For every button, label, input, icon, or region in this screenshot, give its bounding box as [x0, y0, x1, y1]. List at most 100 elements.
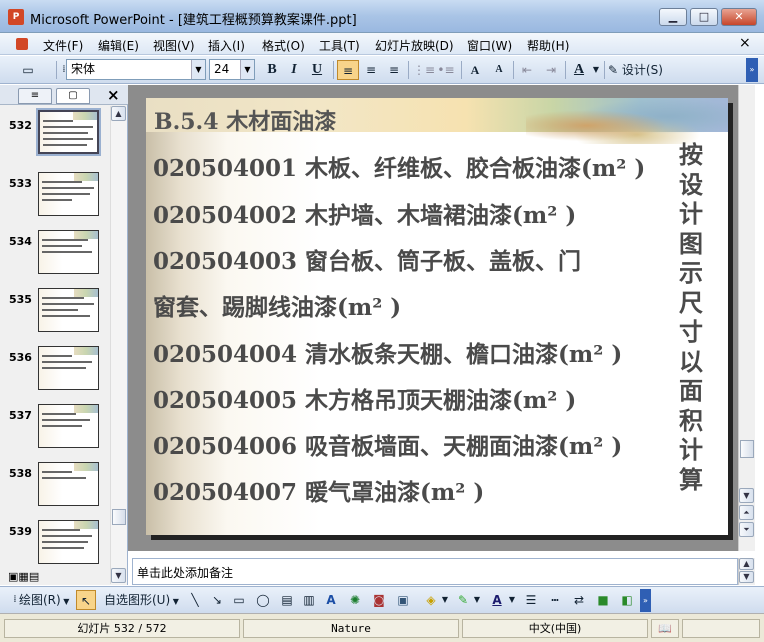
font-size-select[interactable]: 24 ▼: [209, 59, 255, 80]
slide-line[interactable]: 窗套、踢脚线油漆(m² ): [153, 288, 401, 322]
italic-button[interactable]: I: [284, 60, 304, 80]
slide-thumbnail[interactable]: [38, 462, 99, 506]
font-name-select[interactable]: 宋体 ▼: [66, 59, 206, 80]
document-close-button[interactable]: ×: [736, 34, 754, 52]
menu-help[interactable]: 帮助(H): [524, 36, 572, 55]
document-icon[interactable]: [16, 38, 28, 50]
slide-line[interactable]: 020504002 木护墙、木墙裙油漆(m² ): [153, 196, 576, 230]
notes-scrollbar[interactable]: ▲ ▼: [738, 558, 755, 585]
clipart-icon[interactable]: ◙: [370, 590, 388, 610]
bullets-icon[interactable]: •≡: [436, 60, 456, 80]
bold-button[interactable]: B: [262, 60, 282, 80]
vertical-note[interactable]: 按设计图示尺寸以面积计算: [676, 140, 706, 494]
font-color-button[interactable]: A: [569, 60, 589, 80]
slide-thumbnail[interactable]: [38, 346, 99, 390]
slide-line[interactable]: 020504001 木板、纤维板、胶合板油漆(m² ): [153, 149, 645, 183]
menu-window[interactable]: 窗口(W): [464, 36, 515, 55]
powerpoint-app-icon[interactable]: P: [8, 9, 24, 25]
line-style-icon[interactable]: ☰: [522, 590, 540, 610]
line-icon[interactable]: ╲: [186, 590, 204, 610]
slide-title[interactable]: B.5.4 木材面油漆: [154, 104, 336, 136]
vertical-text-box-icon[interactable]: ▥: [300, 590, 318, 610]
menu-file[interactable]: 文件(F): [40, 36, 86, 55]
design-template-status[interactable]: Nature: [243, 619, 459, 638]
grow-font-button[interactable]: A: [465, 60, 485, 80]
chevron-down-icon[interactable]: ▼: [591, 60, 601, 80]
fill-color-icon[interactable]: ◈: [422, 590, 440, 610]
menu-edit[interactable]: 编辑(E): [95, 36, 142, 55]
dash-style-icon[interactable]: ┅: [546, 590, 564, 610]
diagram-icon[interactable]: ✺: [346, 590, 364, 610]
slide-thumbnail[interactable]: [38, 230, 99, 274]
slide-thumbnail[interactable]: [38, 288, 99, 332]
font-color-icon[interactable]: A: [488, 590, 506, 610]
shadow-icon[interactable]: ■: [594, 590, 612, 610]
slide-canvas[interactable]: B.5.4 木材面油漆 020504001 木板、纤维板、胶合板油漆(m² ) …: [146, 98, 728, 535]
underline-button[interactable]: U: [307, 60, 327, 80]
rectangle-icon[interactable]: ▭: [230, 590, 248, 610]
scroll-down-arrow[interactable]: ▼: [739, 488, 754, 503]
chevron-down-icon[interactable]: ▼: [440, 590, 450, 610]
slide-line[interactable]: 020504006 吸音板墙面、天棚面油漆(m² ): [153, 427, 622, 461]
minimize-button[interactable]: ▁: [659, 8, 687, 26]
language-status[interactable]: 中文(中国): [462, 619, 648, 638]
menu-format[interactable]: 格式(O): [259, 36, 308, 55]
line-color-icon[interactable]: ✎: [454, 590, 472, 610]
slideshow-icon[interactable]: ▤: [29, 570, 39, 583]
previous-slide-icon[interactable]: ⏶: [739, 505, 754, 520]
3d-style-icon[interactable]: ◧: [618, 590, 636, 610]
scroll-thumb[interactable]: [112, 509, 126, 525]
slides-panel-scrollbar[interactable]: ▲ ▼: [110, 106, 127, 584]
maximize-button[interactable]: □: [690, 8, 718, 26]
chevron-down-icon[interactable]: ▼: [507, 590, 517, 610]
text-box-icon[interactable]: ▤: [278, 590, 296, 610]
align-left-icon[interactable]: ≡: [337, 60, 359, 80]
draw-menu-button[interactable]: 绘图(R) ▼: [19, 590, 75, 610]
slide-sorter-icon[interactable]: ▦: [18, 570, 28, 583]
slide-line[interactable]: 020504004 清水板条天棚、檐口油漆(m² ): [153, 335, 622, 369]
close-button[interactable]: ✕: [721, 8, 757, 26]
panel-close-button[interactable]: ×: [107, 86, 120, 104]
menu-insert[interactable]: 插入(I): [205, 36, 248, 55]
autoshapes-menu-button[interactable]: 自选图形(U) ▼: [104, 590, 182, 610]
slide-line[interactable]: 020504003 窗台板、筒子板、盖板、门: [153, 242, 581, 276]
next-slide-icon[interactable]: ⏷: [739, 522, 754, 537]
decrease-indent-icon[interactable]: ⇤: [517, 60, 537, 80]
slide-thumbnail[interactable]: [38, 520, 99, 564]
arrow-style-icon[interactable]: ⇄: [570, 590, 588, 610]
scroll-up-arrow[interactable]: ▲: [739, 558, 754, 570]
numbering-icon[interactable]: ⋮≡: [413, 60, 435, 80]
slide-thumbnail[interactable]: [38, 172, 99, 216]
menu-slideshow[interactable]: 幻灯片放映(D): [372, 36, 457, 55]
toolbar-options-button[interactable]: »: [640, 589, 651, 612]
menu-tools[interactable]: 工具(T): [316, 36, 363, 55]
align-right-icon[interactable]: ≡: [384, 60, 404, 80]
chevron-down-icon[interactable]: ▼: [191, 60, 205, 79]
slides-tab[interactable]: ▢: [56, 88, 90, 104]
align-center-icon[interactable]: ≡: [361, 60, 381, 80]
normal-view-icon[interactable]: ▣: [8, 570, 18, 583]
scroll-up-arrow[interactable]: ▲: [111, 106, 126, 121]
picture-icon[interactable]: ▣: [394, 590, 412, 610]
select-pointer-icon[interactable]: ↖: [76, 590, 96, 610]
scroll-thumb[interactable]: [740, 440, 754, 458]
shrink-font-button[interactable]: A: [489, 60, 509, 80]
slide-line[interactable]: 020504007 暖气罩油漆(m² ): [153, 473, 484, 507]
chevron-down-icon[interactable]: ▼: [472, 590, 482, 610]
outline-tab[interactable]: ≡: [18, 88, 52, 104]
notes-pane[interactable]: 单击此处添加备注: [132, 558, 738, 585]
slide-line[interactable]: 020504005 木方格吊顶天棚油漆(m² ): [153, 381, 576, 415]
design-button[interactable]: ✎ 设计(S): [608, 60, 672, 80]
menu-view[interactable]: 视图(V): [150, 36, 198, 55]
scroll-down-arrow[interactable]: ▼: [739, 571, 754, 583]
arrow-icon[interactable]: ↘: [208, 590, 226, 610]
slide-thumbnail[interactable]: [38, 404, 99, 448]
slide-scrollbar[interactable]: ▼ ⏶ ⏷: [738, 85, 755, 551]
toolbar-options-button[interactable]: »: [746, 58, 758, 82]
wordart-icon[interactable]: A: [322, 590, 340, 610]
oval-icon[interactable]: ◯: [254, 590, 272, 610]
spelling-icon[interactable]: 📖: [651, 619, 679, 638]
increase-indent-icon[interactable]: ⇥: [541, 60, 561, 80]
new-document-icon[interactable]: ▭: [18, 60, 38, 80]
chevron-down-icon[interactable]: ▼: [240, 60, 254, 79]
